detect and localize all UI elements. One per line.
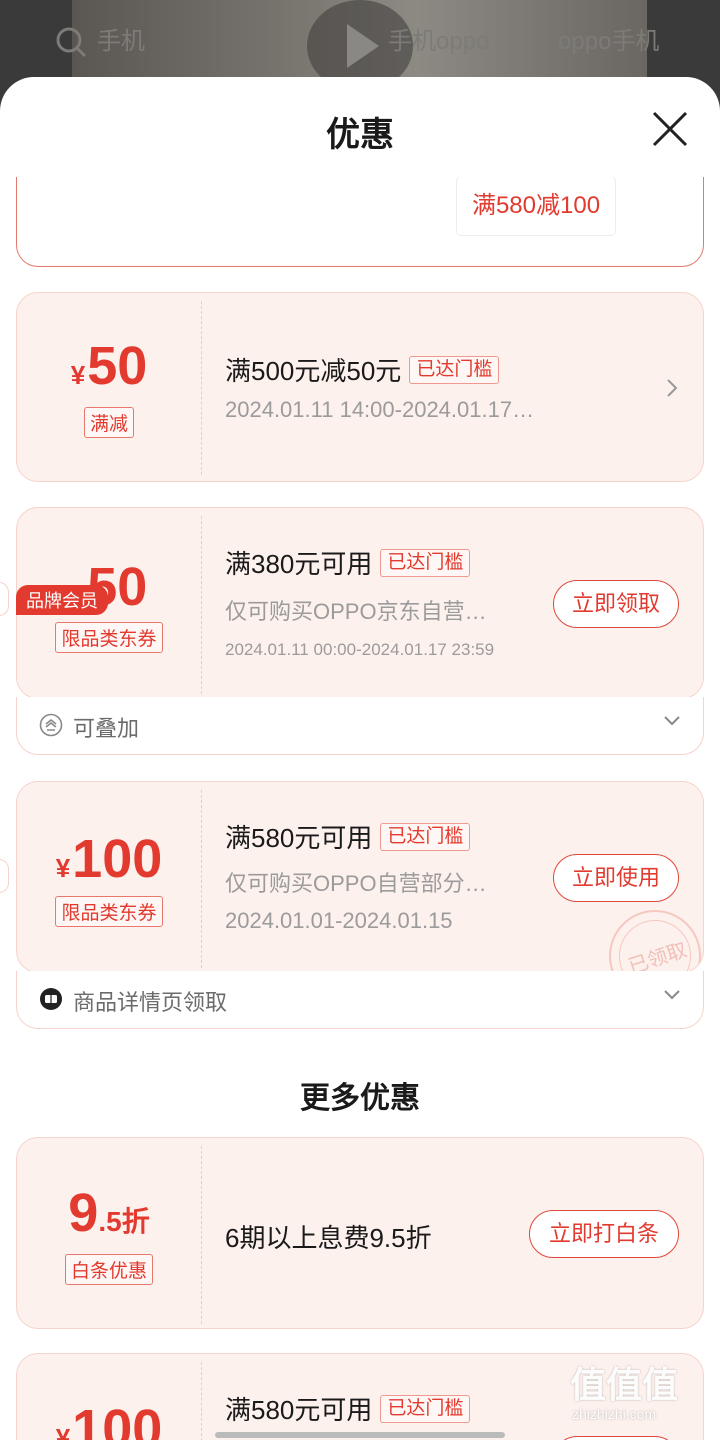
use-button[interactable]: 立即使用 [553, 854, 679, 902]
claimed-stamp: 已领取 [609, 910, 701, 972]
coupon-card[interactable]: ¥100 限品类东券 满580元可用 已达门槛 仅可购买OPPO自营部分… 202… [16, 781, 704, 973]
previous-card: 满580减100 [16, 177, 704, 267]
partial-button[interactable] [553, 1436, 679, 1440]
close-icon[interactable] [648, 107, 692, 151]
bg-suggestion-1: 手机oppo [388, 28, 490, 55]
chevron-right-icon[interactable] [665, 377, 679, 399]
threshold-badge: 已达门槛 [380, 549, 471, 578]
coupon-validity: 2024.01.11 00:00-2024.01.17 23:59 [225, 640, 495, 659]
threshold-chip: 满580减100 [457, 177, 615, 235]
coupon-divider [201, 1146, 202, 1324]
bg-suggestion-2: oppo手机 [558, 28, 660, 55]
coupon-divider [201, 301, 202, 475]
coupon-title: 满380元可用 已达门槛 [225, 544, 471, 581]
coupon-type-tag: 满减 [17, 407, 201, 438]
play-icon [347, 24, 379, 68]
more-offers-title: 更多优惠 [300, 1082, 420, 1115]
coupon-divider [201, 790, 202, 968]
chevron-down-icon[interactable] [663, 715, 681, 727]
coupon-ticket-icon [40, 988, 62, 1010]
home-indicator [215, 1432, 505, 1438]
coupon-type-tag: 限品类东券 [17, 622, 201, 653]
offers-sheet: 优惠 满580减100 ¥50 满减 满500元减50元 已达门槛 2024.01… [0, 77, 720, 1440]
coupon-type-tag: 白条优惠 [17, 1254, 201, 1285]
bg-search-text: 手机 [97, 28, 145, 55]
stack-icon [39, 713, 63, 737]
coupon-notch [0, 582, 9, 616]
stackable-label: 可叠加 [73, 716, 140, 741]
coupon-type-tag: 限品类东券 [17, 896, 201, 927]
coupon-divider [201, 1362, 202, 1440]
coupon-title: 6期以上息费9.5折 [225, 1223, 432, 1253]
threshold-badge: 已达门槛 [380, 823, 471, 852]
offers-list[interactable]: 满580减100 ¥50 满减 满500元减50元 已达门槛 2024.01.11… [0, 177, 720, 1440]
coupon-amount: ¥100 [55, 1399, 163, 1440]
coupon-divider [201, 516, 202, 694]
site-watermark: 值值值 zhizhizhi.com [570, 1364, 679, 1422]
threshold-badge: 已达门槛 [380, 1395, 471, 1424]
coupon-title: 满500元减50元 已达门槛 [225, 351, 500, 388]
chevron-down-icon[interactable] [663, 989, 681, 1001]
coupon-validity: 2024.01.01-2024.01.15 [225, 908, 453, 933]
coupon-notch [0, 859, 9, 893]
coupon-amount: ¥50 [70, 336, 148, 396]
claim-source-label: 商品详情页领取 [73, 990, 228, 1015]
coupon-title: 满580元可用 已达门槛 [225, 1390, 471, 1427]
coupon-card[interactable]: 9.5折 白条优惠 6期以上息费9.5折 立即打白条 [16, 1137, 704, 1329]
coupon-footer[interactable]: 商品详情页领取 [16, 971, 704, 1029]
coupon-scope: 仅可购买OPPO京东自营… [225, 599, 487, 624]
discount-amount: 9.5折 [68, 1183, 150, 1243]
coupon-card[interactable]: ¥50 满减 满500元减50元 已达门槛 2024.01.11 14:00-20… [16, 292, 704, 482]
coupon-title: 满580元可用 已达门槛 [225, 818, 471, 855]
coupon-amount: ¥100 [55, 829, 163, 889]
coupon-scope: 仅可购买OPPO自营部分… [225, 871, 487, 896]
coupon-footer[interactable]: 可叠加 [16, 697, 704, 755]
coupon-validity: 2024.01.11 14:00-2024.01.17… [225, 397, 535, 422]
coupon-card[interactable]: ¥50 限品类东券 满380元可用已达门槛 仅可购买OPPO京东自营… 2024… [16, 507, 704, 699]
threshold-badge: 已达门槛 [409, 356, 500, 385]
use-baitiao-button[interactable]: 立即打白条 [529, 1210, 679, 1258]
search-icon [56, 27, 87, 58]
sheet-title: 优惠 [326, 115, 394, 155]
claim-button[interactable]: 立即领取 [553, 580, 679, 628]
brand-member-tag: 品牌会员 [16, 585, 108, 615]
